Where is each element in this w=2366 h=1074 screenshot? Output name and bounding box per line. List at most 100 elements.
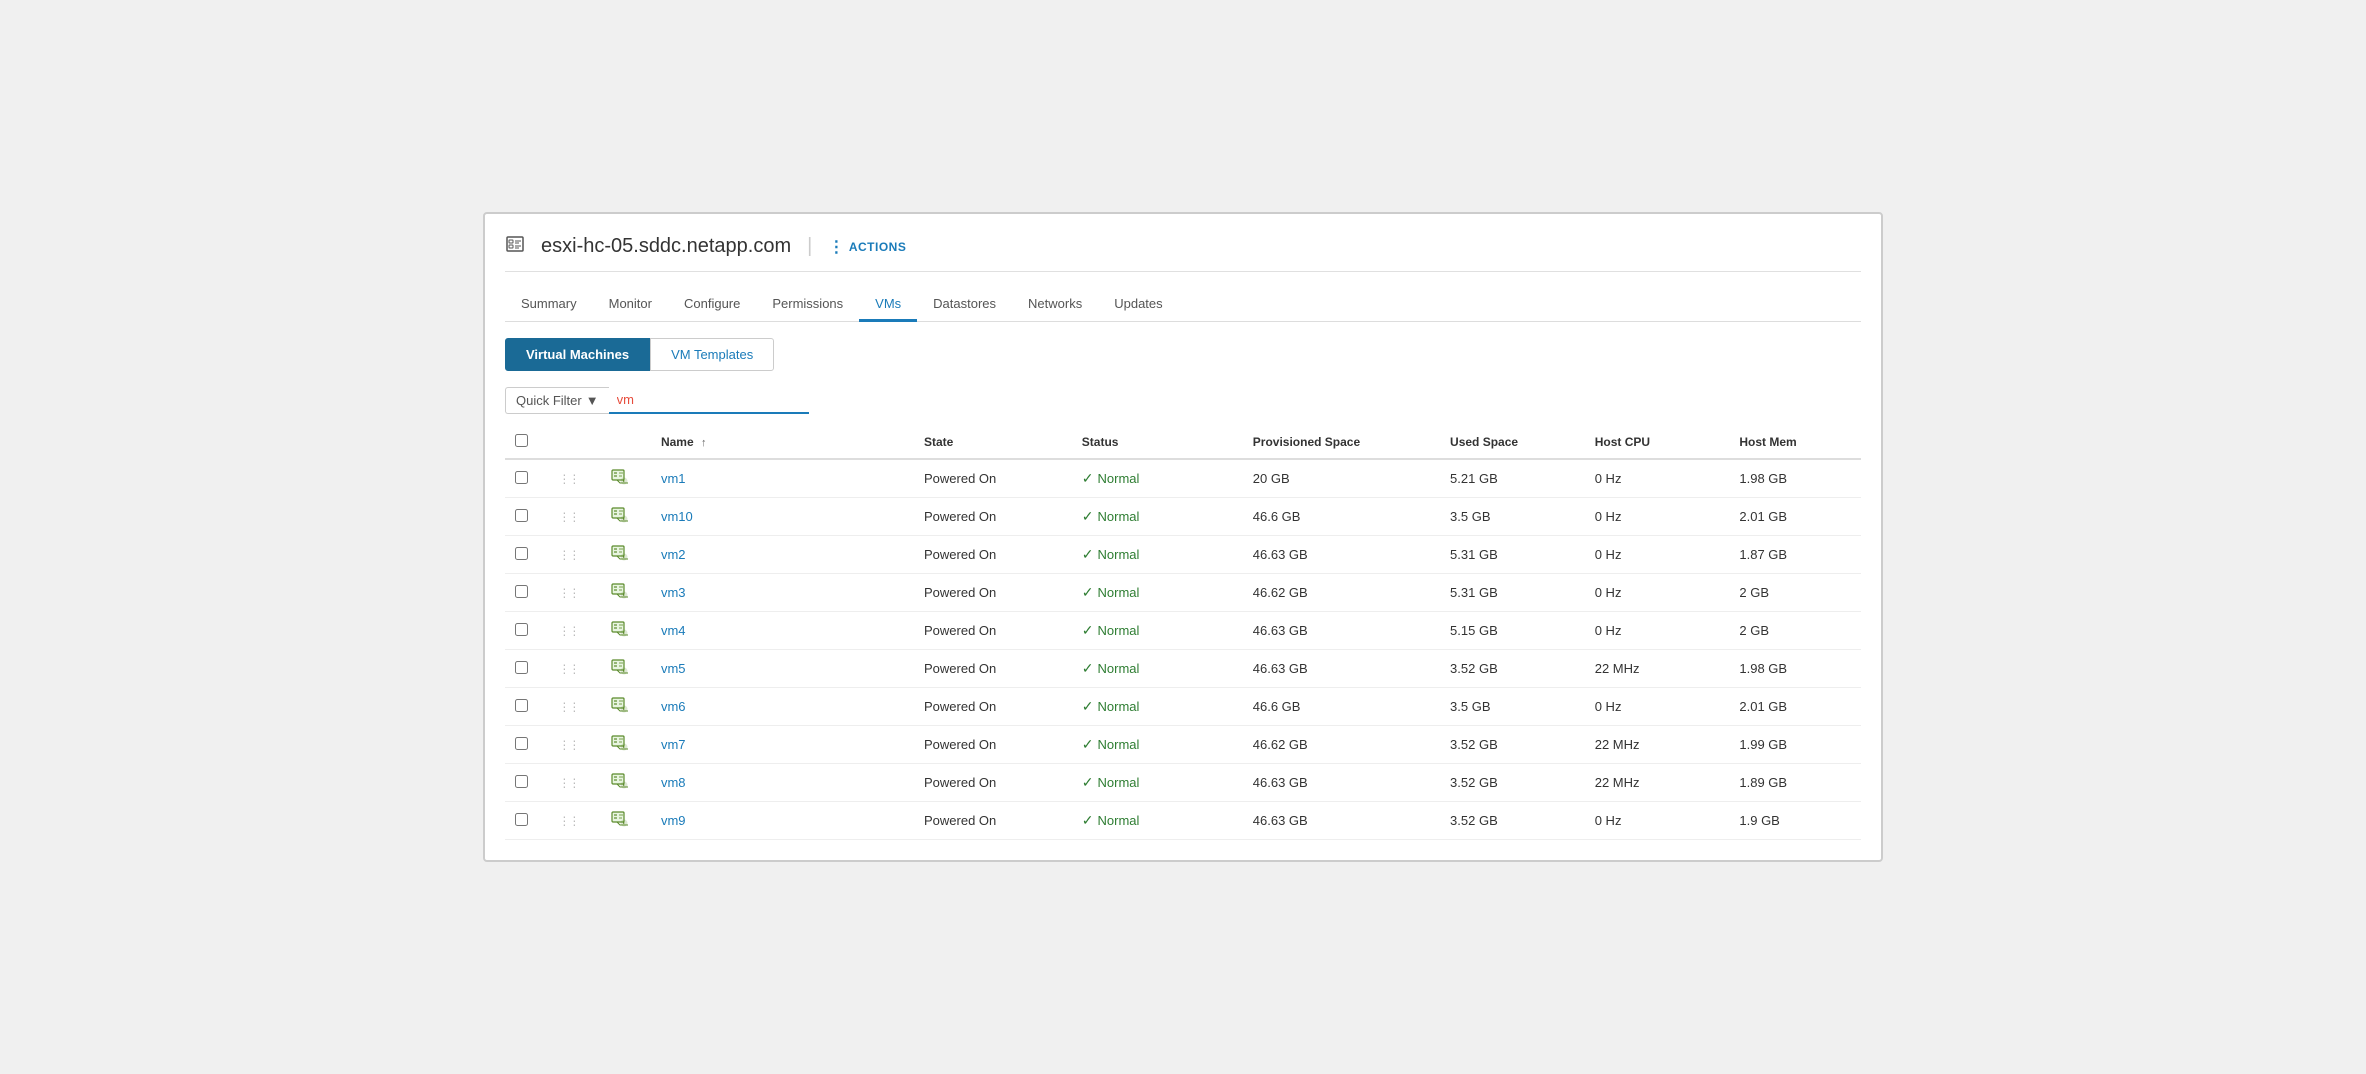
vm-host-mem: 2 GB xyxy=(1729,574,1861,612)
vm-icon xyxy=(611,740,629,755)
row-checkbox[interactable] xyxy=(515,509,528,522)
tab-vms[interactable]: VMs xyxy=(859,288,917,322)
vm-host-cpu: 0 Hz xyxy=(1585,802,1730,840)
vm-name-link[interactable]: vm1 xyxy=(661,471,686,486)
col-header-host-mem: Host Mem xyxy=(1729,426,1861,459)
checkmark-icon: ✓ xyxy=(1082,812,1094,829)
vm-host-mem: 1.98 GB xyxy=(1729,459,1861,498)
row-checkbox[interactable] xyxy=(515,547,528,560)
vm-host-mem: 1.87 GB xyxy=(1729,536,1861,574)
row-checkbox[interactable] xyxy=(515,661,528,674)
table-row: ⋮⋮ vm7Powered On ✓ Normal 46.62 GB3.52 G… xyxy=(505,726,1861,764)
vm-state: Powered On xyxy=(914,498,1072,536)
table-row: ⋮⋮ vm9Powered On ✓ Normal 46.63 GB3.52 G… xyxy=(505,802,1861,840)
sub-tabs: Virtual Machines VM Templates xyxy=(505,338,1861,371)
vm-provisioned-space: 46.6 GB xyxy=(1243,688,1440,726)
vm-state: Powered On xyxy=(914,802,1072,840)
table-row: ⋮⋮ vm10Powered On ✓ Normal 46.6 GB3.5 GB… xyxy=(505,498,1861,536)
checkmark-icon: ✓ xyxy=(1082,470,1094,487)
col-header-name[interactable]: Name ↑ xyxy=(651,426,914,459)
vm-used-space: 5.21 GB xyxy=(1440,459,1585,498)
subtab-virtual-machines[interactable]: Virtual Machines xyxy=(505,338,650,371)
vm-host-mem: 2.01 GB xyxy=(1729,498,1861,536)
row-checkbox[interactable] xyxy=(515,813,528,826)
vm-icon xyxy=(611,816,629,831)
drag-handle-icon: ⋮⋮ xyxy=(558,510,578,524)
vm-host-mem: 2 GB xyxy=(1729,612,1861,650)
vm-icon xyxy=(611,474,629,489)
vm-state: Powered On xyxy=(914,650,1072,688)
vm-used-space: 3.52 GB xyxy=(1440,764,1585,802)
vm-used-space: 5.15 GB xyxy=(1440,612,1585,650)
main-window: esxi-hc-05.sddc.netapp.com | ⋮ ACTIONS S… xyxy=(483,212,1883,862)
vm-used-space: 3.52 GB xyxy=(1440,802,1585,840)
checkmark-icon: ✓ xyxy=(1082,660,1094,677)
table-row: ⋮⋮ vm3Powered On ✓ Normal 46.62 GB5.31 G… xyxy=(505,574,1861,612)
subtab-vm-templates[interactable]: VM Templates xyxy=(650,338,774,371)
vm-host-mem: 1.89 GB xyxy=(1729,764,1861,802)
row-checkbox[interactable] xyxy=(515,699,528,712)
tab-permissions[interactable]: Permissions xyxy=(756,288,859,322)
vm-host-cpu: 0 Hz xyxy=(1585,574,1730,612)
vm-state: Powered On xyxy=(914,612,1072,650)
page-title: esxi-hc-05.sddc.netapp.com xyxy=(541,235,791,258)
select-all-checkbox[interactable] xyxy=(515,434,528,447)
row-checkbox[interactable] xyxy=(515,775,528,788)
tab-summary[interactable]: Summary xyxy=(505,288,593,322)
vm-icon xyxy=(611,588,629,603)
vm-state: Powered On xyxy=(914,574,1072,612)
vm-icon xyxy=(611,702,629,717)
drag-handle-icon: ⋮⋮ xyxy=(558,586,578,600)
quick-filter-dropdown[interactable]: Quick Filter ▼ xyxy=(505,387,609,414)
vm-name-link[interactable]: vm2 xyxy=(661,547,686,562)
tab-configure[interactable]: Configure xyxy=(668,288,756,322)
vm-host-cpu: 0 Hz xyxy=(1585,459,1730,498)
table-row: ⋮⋮ vm8Powered On ✓ Normal 46.63 GB3.52 G… xyxy=(505,764,1861,802)
vm-icon xyxy=(611,626,629,641)
row-checkbox[interactable] xyxy=(515,623,528,636)
header-divider: | xyxy=(807,235,812,258)
drag-handle-icon: ⋮⋮ xyxy=(558,662,578,676)
vm-provisioned-space: 46.63 GB xyxy=(1243,764,1440,802)
vm-status: ✓ Normal xyxy=(1082,812,1233,829)
vm-table: Name ↑ State Status Provisioned Space Us… xyxy=(505,426,1861,840)
vm-provisioned-space: 46.62 GB xyxy=(1243,726,1440,764)
tab-monitor[interactable]: Monitor xyxy=(593,288,668,322)
vm-host-mem: 1.9 GB xyxy=(1729,802,1861,840)
drag-handle-icon: ⋮⋮ xyxy=(558,738,578,752)
vm-name-link[interactable]: vm10 xyxy=(661,509,693,524)
vm-name-link[interactable]: vm4 xyxy=(661,623,686,638)
row-checkbox[interactable] xyxy=(515,737,528,750)
vm-name-link[interactable]: vm5 xyxy=(661,661,686,676)
vm-host-cpu: 0 Hz xyxy=(1585,536,1730,574)
vm-status: ✓ Normal xyxy=(1082,622,1233,639)
table-row: ⋮⋮ vm5Powered On ✓ Normal 46.63 GB3.52 G… xyxy=(505,650,1861,688)
tab-updates[interactable]: Updates xyxy=(1098,288,1178,322)
vm-status: ✓ Normal xyxy=(1082,698,1233,715)
vm-status: ✓ Normal xyxy=(1082,774,1233,791)
vm-name-link[interactable]: vm9 xyxy=(661,813,686,828)
checkmark-icon: ✓ xyxy=(1082,736,1094,753)
drag-handle-icon: ⋮⋮ xyxy=(558,776,578,790)
col-header-used-space: Used Space xyxy=(1440,426,1585,459)
tab-networks[interactable]: Networks xyxy=(1012,288,1098,322)
vm-name-link[interactable]: vm7 xyxy=(661,737,686,752)
tab-datastores[interactable]: Datastores xyxy=(917,288,1012,322)
actions-button[interactable]: ⋮ ACTIONS xyxy=(828,237,906,257)
col-header-state: State xyxy=(914,426,1072,459)
row-checkbox[interactable] xyxy=(515,471,528,484)
vm-state: Powered On xyxy=(914,688,1072,726)
vm-provisioned-space: 46.6 GB xyxy=(1243,498,1440,536)
vm-name-link[interactable]: vm6 xyxy=(661,699,686,714)
row-checkbox[interactable] xyxy=(515,585,528,598)
host-icon xyxy=(505,234,525,259)
vm-name-link[interactable]: vm3 xyxy=(661,585,686,600)
filter-input[interactable] xyxy=(609,387,809,414)
drag-handle-icon: ⋮⋮ xyxy=(558,472,578,486)
vm-name-link[interactable]: vm8 xyxy=(661,775,686,790)
vm-used-space: 5.31 GB xyxy=(1440,574,1585,612)
drag-handle-icon: ⋮⋮ xyxy=(558,624,578,638)
filter-row: Quick Filter ▼ xyxy=(505,387,1861,414)
vm-status: ✓ Normal xyxy=(1082,584,1233,601)
vm-status: ✓ Normal xyxy=(1082,660,1233,677)
